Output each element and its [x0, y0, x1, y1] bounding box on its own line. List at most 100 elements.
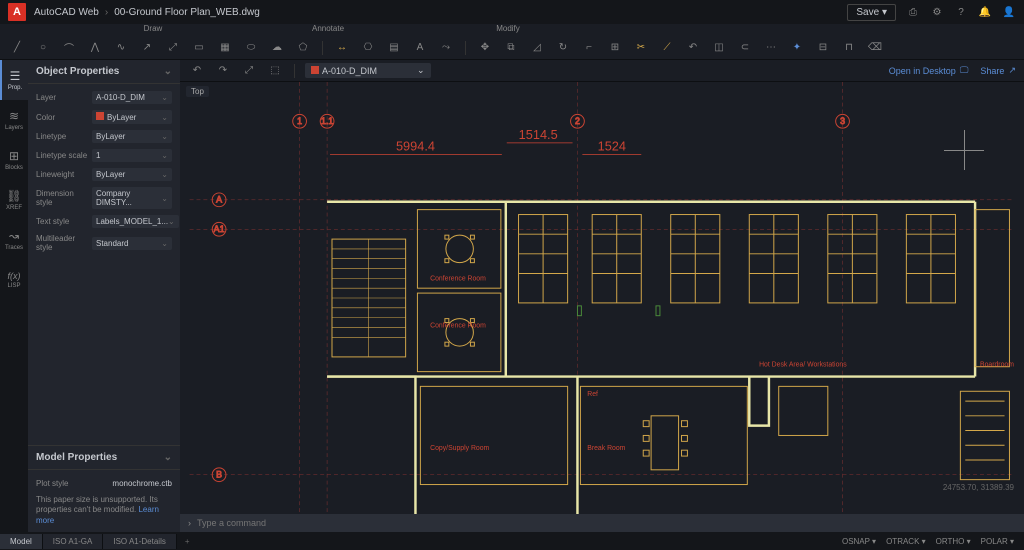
- property-value-dropdown[interactable]: ByLayer⌄: [92, 110, 172, 124]
- rail-traces[interactable]: ↝Traces: [0, 220, 28, 260]
- arc-tool-icon[interactable]: ⌒: [60, 39, 78, 57]
- chevron-down-icon: ⌄: [161, 170, 168, 179]
- chevron-down-icon: ⌄: [168, 217, 175, 226]
- status-toggle[interactable]: OTRACK ▾: [886, 537, 926, 546]
- chevron-down-icon[interactable]: ⌄: [164, 66, 172, 77]
- property-row: LinetypeByLayer⌄: [36, 127, 172, 146]
- erase-tool-icon[interactable]: ⌫: [866, 39, 884, 57]
- property-row: ColorByLayer⌄: [36, 107, 172, 127]
- zoom-extents-icon[interactable]: ⤢: [240, 62, 258, 80]
- leader-tool-icon[interactable]: ⎔: [359, 39, 377, 57]
- status-toggle[interactable]: ORTHO ▾: [936, 537, 971, 546]
- move-tool-icon[interactable]: ✥: [476, 39, 494, 57]
- chevron-down-icon: ⌄: [161, 239, 168, 248]
- property-label: Color: [36, 113, 92, 122]
- chevron-down-icon: ⌄: [417, 65, 425, 76]
- dimension-tool-icon[interactable]: ↔: [333, 39, 351, 57]
- coordinates-readout: 24753.70, 31389.39: [943, 483, 1014, 492]
- avatar[interactable]: 👤: [1002, 5, 1016, 19]
- undo-tool-icon[interactable]: ↶: [684, 39, 702, 57]
- print-icon[interactable]: ⎙: [906, 5, 920, 19]
- status-toggle[interactable]: POLAR ▾: [981, 537, 1014, 546]
- polygon-tool-icon[interactable]: ⬠: [294, 39, 312, 57]
- monitor-icon: 🖵: [960, 65, 969, 76]
- property-value-dropdown[interactable]: ByLayer⌄: [92, 130, 172, 143]
- xref-icon: ⛓: [6, 189, 21, 203]
- svg-text:1524: 1524: [598, 139, 626, 154]
- traces-icon: ↝: [9, 229, 19, 243]
- rail-blocks[interactable]: ⊞Blocks: [0, 140, 28, 180]
- ellipse-tool-icon[interactable]: ⬭: [242, 39, 260, 57]
- explode-tool-icon[interactable]: ✦: [788, 39, 806, 57]
- hatch-tool-icon[interactable]: ▦: [216, 39, 234, 57]
- property-value-dropdown[interactable]: Standard⌄: [92, 237, 172, 250]
- fillet-tool-icon[interactable]: ⌐: [580, 39, 598, 57]
- drawing-canvas[interactable]: Top 1 1.1 2 3 A A1 B: [180, 82, 1024, 514]
- save-button[interactable]: Save ▾: [847, 4, 896, 21]
- mleader-tool-icon[interactable]: ⤳: [437, 39, 455, 57]
- chevron-down-icon: ⌄: [161, 113, 168, 122]
- svg-text:Hot Desk Area/ Workstations: Hot Desk Area/ Workstations: [759, 362, 847, 369]
- redo-icon[interactable]: ↷: [214, 62, 232, 80]
- gear-icon[interactable]: ⚙: [930, 5, 944, 19]
- share-link[interactable]: Share ↗: [980, 65, 1016, 76]
- property-value-dropdown[interactable]: Company DIMSTY...⌄: [92, 187, 172, 209]
- svg-text:A1: A1: [214, 224, 225, 234]
- join-tool-icon[interactable]: ⊓: [840, 39, 858, 57]
- properties-panel: Object Properties⌄ LayerA-010-D_DIM⌄Colo…: [28, 60, 180, 532]
- plot-style-label: Plot style: [36, 479, 92, 488]
- layout-tab[interactable]: ISO A1-Details: [103, 534, 176, 549]
- scale-tool-icon[interactable]: ◫: [710, 39, 728, 57]
- offset-tool-icon[interactable]: ⊂: [736, 39, 754, 57]
- circle-tool-icon[interactable]: ○: [34, 39, 52, 57]
- property-value-dropdown[interactable]: Labels_MODEL_1...⌄: [92, 215, 179, 228]
- chevron-down-icon[interactable]: ⌄: [164, 452, 172, 463]
- rotate-tool-icon[interactable]: ↻: [554, 39, 572, 57]
- command-bar[interactable]: ›: [180, 514, 1024, 532]
- lisp-icon: f(x): [8, 271, 21, 281]
- align-tool-icon[interactable]: ⊟: [814, 39, 832, 57]
- property-value-dropdown[interactable]: ByLayer⌄: [92, 168, 172, 181]
- xline-tool-icon[interactable]: ⤢: [164, 39, 182, 57]
- extend-tool-icon[interactable]: ⟋: [658, 39, 676, 57]
- layout-tab[interactable]: ISO A1-GA: [43, 534, 104, 549]
- mirror-tool-icon[interactable]: ◿: [528, 39, 546, 57]
- line-tool-icon[interactable]: ╱: [8, 39, 26, 57]
- array-tool-icon[interactable]: ⊞: [606, 39, 624, 57]
- property-row: LineweightByLayer⌄: [36, 165, 172, 184]
- text-tool-icon[interactable]: A: [411, 39, 429, 57]
- open-desktop-link[interactable]: Open in Desktop 🖵: [889, 65, 969, 76]
- layer-dropdown[interactable]: A-010-D_DIM⌄: [305, 63, 431, 78]
- rail-xref[interactable]: ⛓XREF: [0, 180, 28, 220]
- property-row: LayerA-010-D_DIM⌄: [36, 88, 172, 107]
- layout-tab[interactable]: Model: [0, 534, 43, 549]
- svg-text:2: 2: [575, 116, 580, 126]
- more-tool-icon[interactable]: ⋯: [762, 39, 780, 57]
- property-value-dropdown[interactable]: 1⌄: [92, 149, 172, 162]
- svg-text:1514.5: 1514.5: [519, 127, 558, 142]
- property-row: Multileader styleStandard⌄: [36, 231, 172, 255]
- polyline-tool-icon[interactable]: ⋀: [86, 39, 104, 57]
- ray-tool-icon[interactable]: ↗: [138, 39, 156, 57]
- status-toggle[interactable]: OSNAP ▾: [842, 537, 876, 546]
- trim-tool-icon[interactable]: ✂: [632, 39, 650, 57]
- copy-tool-icon[interactable]: ⧉: [502, 39, 520, 57]
- rail-layers[interactable]: ≋Layers: [0, 100, 28, 140]
- spline-tool-icon[interactable]: ∿: [112, 39, 130, 57]
- rail-lisp[interactable]: f(x)LISP: [0, 260, 28, 300]
- property-value-dropdown[interactable]: A-010-D_DIM⌄: [92, 91, 172, 104]
- chevron-down-icon: ⌄: [161, 151, 168, 160]
- add-tab-button[interactable]: +: [177, 534, 198, 549]
- bell-icon[interactable]: 🔔: [978, 5, 992, 19]
- rail-properties[interactable]: ☰Prop.: [0, 60, 28, 100]
- bottombar: ModelISO A1-GAISO A1-Details + OSNAP ▾ OT…: [0, 532, 1024, 550]
- breadcrumb[interactable]: AutoCAD Web › 00-Ground Floor Plan_WEB.d…: [34, 7, 260, 18]
- selection-icon[interactable]: ⬚: [266, 62, 284, 80]
- help-icon[interactable]: ?: [954, 5, 968, 19]
- undo-icon[interactable]: ↶: [188, 62, 206, 80]
- svg-text:Ref: Ref: [587, 391, 598, 398]
- mtext-tool-icon[interactable]: ▤: [385, 39, 403, 57]
- revcloud-tool-icon[interactable]: ☁: [268, 39, 286, 57]
- command-input[interactable]: [197, 518, 1016, 528]
- rectangle-tool-icon[interactable]: ▭: [190, 39, 208, 57]
